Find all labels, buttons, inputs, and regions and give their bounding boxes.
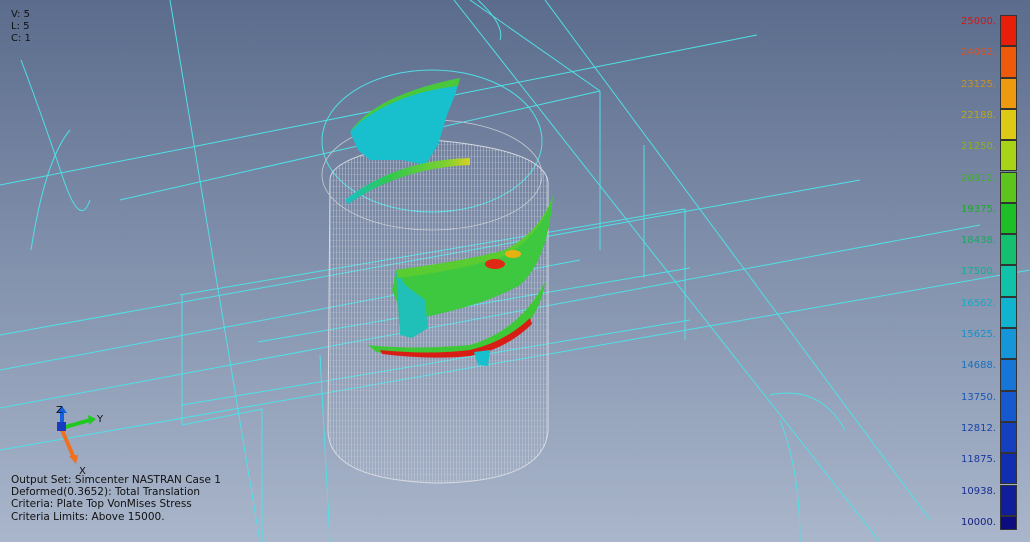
legend-color-swatch	[1000, 108, 1017, 141]
legend-value: 11875.	[961, 454, 996, 466]
legend-value: 10938.	[961, 485, 996, 497]
legend-color-swatch	[1000, 77, 1017, 109]
legend-value: 20312.	[961, 172, 996, 184]
legend-value: 13750.	[961, 391, 996, 403]
legend-value: 17500.	[961, 266, 996, 278]
coordinate-triad: Z Y X	[40, 404, 120, 480]
legend-color-swatch	[1000, 171, 1017, 203]
model-scene[interactable]	[0, 0, 1030, 542]
legend-color-swatch	[1000, 46, 1017, 78]
legend-value: 19375.	[961, 203, 996, 215]
color-number: C: 1	[11, 33, 31, 44]
legend-color-swatch	[1000, 359, 1017, 391]
legend-color-swatch	[1000, 453, 1017, 485]
layer-number: L: 5	[11, 21, 30, 32]
legend-color-swatch	[1000, 484, 1017, 516]
legend-value: 22188.	[961, 109, 996, 121]
criteria-text: Criteria: Plate Top VonMises Stress	[11, 498, 192, 511]
legend-value: 14688.	[961, 360, 996, 372]
legend-color-swatch	[1000, 390, 1017, 422]
legend-color-swatch	[1000, 15, 1017, 47]
legend-value: 10000.	[961, 516, 996, 528]
legend-value: 21250.	[961, 141, 996, 153]
output-set-text: Output Set: Simcenter NASTRAN Case 1	[11, 474, 221, 486]
legend-color-swatch	[1000, 140, 1017, 172]
triad-z-label: Z	[56, 405, 63, 416]
legend-color-swatch	[1000, 202, 1017, 235]
legend-value: 18438.	[961, 235, 996, 247]
output-info: Output Set: Simcenter NASTRAN Case 1 Def…	[11, 474, 221, 523]
legend-value: 16562.	[961, 297, 996, 309]
legend-color-swatch	[1000, 234, 1017, 266]
legend-value: 23125.	[961, 78, 996, 90]
legend-color-swatch	[1000, 421, 1017, 454]
view-number: V: 5	[11, 9, 30, 20]
view-info: V: 5 L: 5 C: 1	[11, 9, 31, 45]
graphics-viewport[interactable]: V: 5 L: 5 C: 1 Z Y X Output Set: Simcent…	[0, 0, 1030, 542]
criteria-limits-text: Criteria Limits: Above 15000.	[11, 510, 165, 523]
legend-color-swatch	[1000, 515, 1017, 530]
legend-color-swatch	[1000, 328, 1017, 360]
deformed-text: Deformed(0.3652): Total Translation	[11, 486, 201, 499]
legend-color-swatch	[1000, 296, 1017, 328]
triad-y-label: Y	[97, 414, 104, 425]
legend-color-swatch	[1000, 265, 1017, 297]
legend-value: 15625.	[961, 329, 996, 340]
legend-value: 24062.	[961, 47, 996, 59]
legend-value: 25000.	[961, 16, 996, 27]
legend-value: 12812.	[961, 422, 996, 434]
